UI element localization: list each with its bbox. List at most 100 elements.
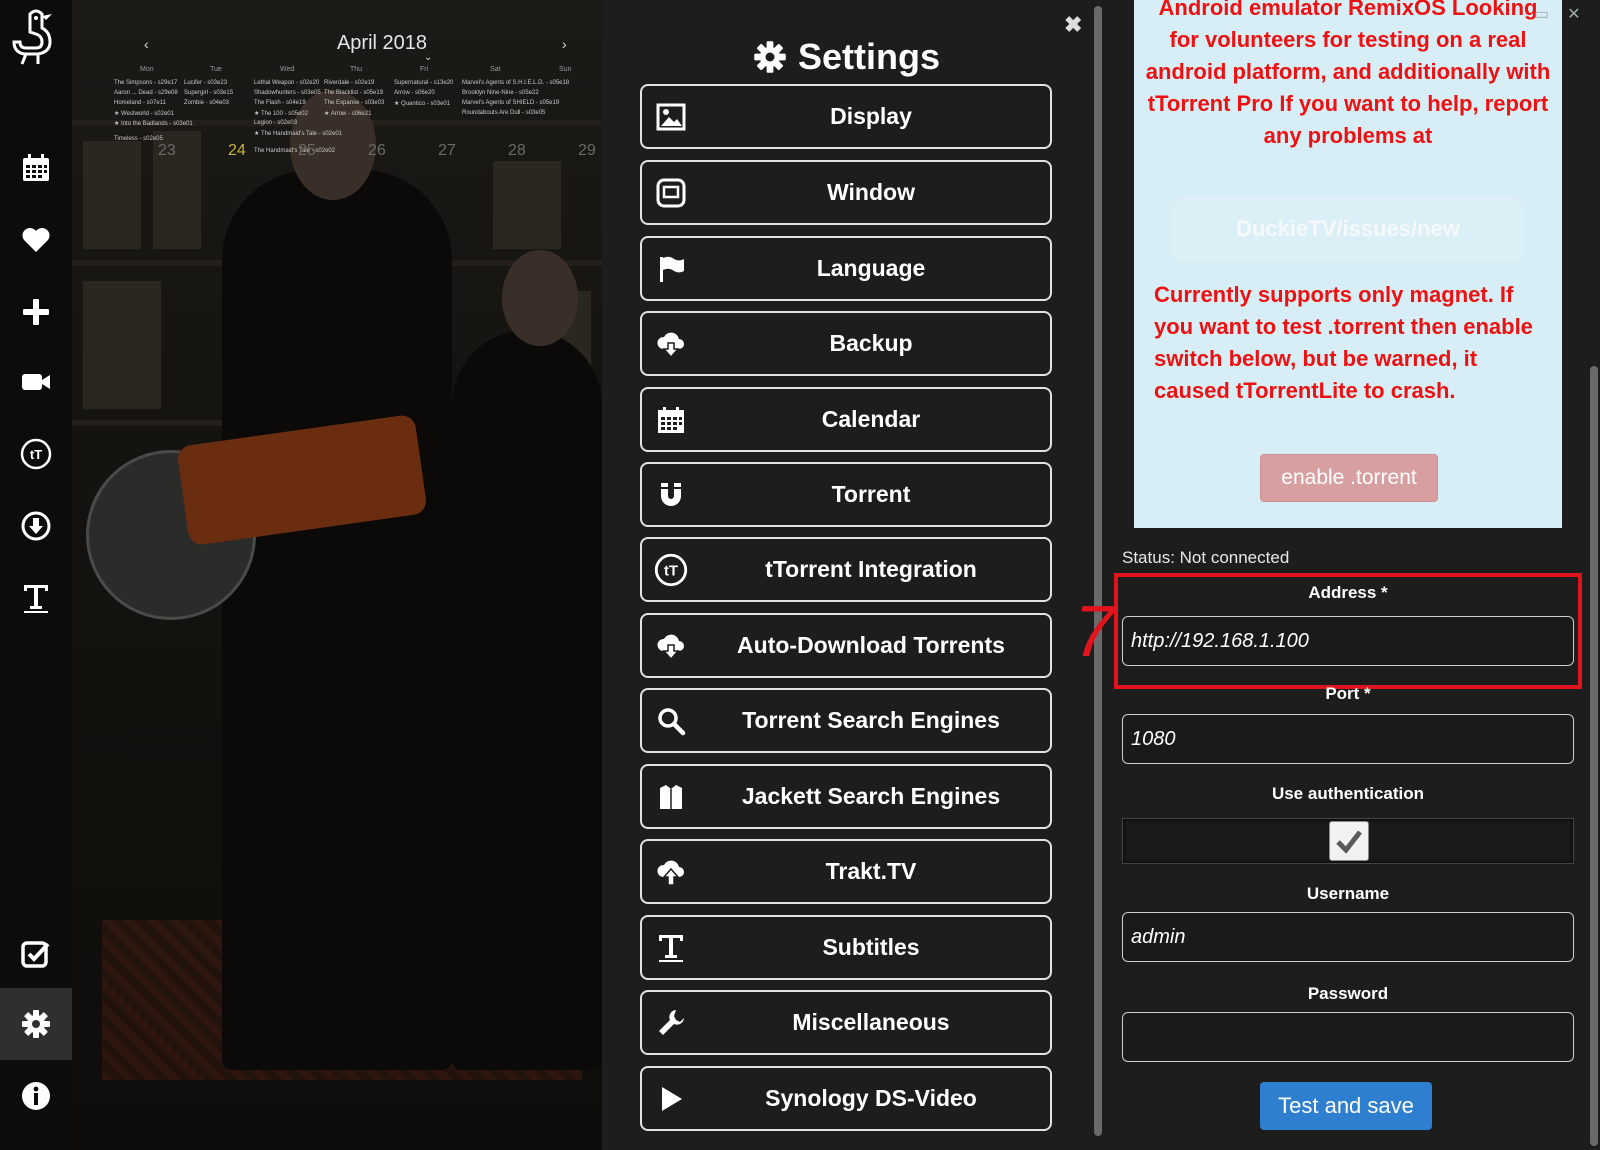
auth-checkbox[interactable] (1329, 821, 1369, 861)
settings-subtitles-button[interactable]: Subtitles (640, 915, 1052, 980)
calendar-event[interactable]: ★ Arrow - s06e21 (324, 110, 371, 117)
calendar-event[interactable]: The Blacklist - s05e19 (324, 90, 383, 96)
gear-icon (754, 41, 786, 73)
username-input[interactable]: admin (1122, 912, 1574, 962)
heart-icon (22, 228, 50, 252)
settings-panel: ✖ Settings Display Window Language Backu… (602, 0, 1090, 1150)
calendar-event[interactable]: ★ Quantico - s03e01 (394, 100, 450, 107)
calendar-background: ‹ April 2018 ⌄ › Mon Tue Wed Thu Fri Sat… (72, 0, 602, 1150)
calendar-day-number[interactable]: 28 (508, 142, 526, 160)
chevron-down-icon[interactable]: ⌄ (424, 52, 432, 63)
calendar-day-number-today[interactable]: 24 (228, 142, 246, 160)
calendar-prev-button[interactable]: ‹ (144, 36, 149, 52)
calendar-event[interactable]: Timeless - s02e05 (114, 136, 163, 142)
settings-window-button[interactable]: Window (640, 160, 1052, 225)
svg-text:tT: tT (664, 564, 678, 580)
calendar-event[interactable]: Marvel's Agents of SHIELD - s05e19 (462, 100, 559, 106)
calendar-event[interactable]: The Handmaid's Tale - s02e02 (254, 148, 335, 154)
person-right (452, 330, 602, 1070)
calendar-event[interactable]: The Flash - s04e19 (254, 100, 306, 106)
video-camera-icon (22, 374, 50, 390)
sidebar-about[interactable] (0, 1060, 72, 1132)
maximize-icon[interactable]: ▭ (1534, 4, 1549, 24)
password-input[interactable] (1122, 1012, 1574, 1062)
wrench-icon (654, 1006, 688, 1040)
calendar-day-number[interactable]: 29 (578, 142, 596, 160)
menu-label: Miscellaneous (792, 1009, 950, 1035)
issues-link-button[interactable]: DuckieTV/issues/new (1174, 198, 1522, 260)
sidebar: tT (0, 0, 72, 1150)
check-square-icon (21, 941, 50, 968)
person-right-head (502, 250, 578, 346)
settings-torrent-button[interactable]: Torrent (640, 462, 1052, 527)
menu-label: Torrent Search Engines (742, 707, 1000, 733)
calendar-icon (23, 154, 49, 181)
duckie-logo[interactable] (8, 8, 64, 68)
port-input[interactable]: 1080 (1122, 714, 1574, 764)
shelf-box (82, 140, 142, 250)
text-icon (24, 585, 48, 613)
port-label: Port * (1325, 684, 1371, 703)
calendar-next-button[interactable]: › (562, 36, 567, 52)
settings-trakt-button[interactable]: Trakt.TV (640, 839, 1052, 904)
panel-scrollbar-thumb[interactable] (1590, 366, 1598, 1146)
calendar-event[interactable]: Marvel's Agents of S.H.I.E.L.D. - s05e18 (462, 80, 569, 86)
sidebar-checklist[interactable] (0, 918, 72, 990)
calendar-day-number[interactable]: 25 (298, 142, 316, 160)
calendar-event[interactable]: Supergirl - s03e15 (184, 90, 233, 96)
calendar-event[interactable]: Brooklyn Nine-Nine - s05e22 (462, 90, 539, 96)
close-icon[interactable]: ✖ (1064, 12, 1082, 38)
enable-torrent-button[interactable]: enable .torrent (1260, 454, 1438, 502)
calendar-event[interactable]: Shadowhunters - s03e05 (254, 90, 321, 96)
sidebar-favorites[interactable] (0, 204, 72, 276)
settings-search-engines-button[interactable]: Torrent Search Engines (640, 688, 1052, 753)
annotation-number: 7 (1074, 592, 1115, 672)
calendar-event[interactable]: The Simpsons - s29e17 (114, 80, 177, 86)
calendar-event[interactable]: Zombie - s04e03 (184, 100, 229, 106)
settings-misc-button[interactable]: Miscellaneous (640, 990, 1052, 1055)
sidebar-subtitles[interactable] (0, 562, 72, 634)
settings-backup-button[interactable]: Backup (640, 311, 1052, 376)
sidebar-watched[interactable] (0, 346, 72, 418)
calendar-event[interactable]: ★ Westworld - s02e01 (114, 110, 174, 117)
test-and-save-button[interactable]: Test and save (1260, 1082, 1432, 1130)
sidebar-downloads[interactable] (0, 490, 72, 562)
weekday-label: Wed (280, 66, 295, 73)
calendar-event[interactable]: Arrow - s06e20 (394, 90, 435, 96)
calendar-event[interactable]: ★ The Handmaid's Tale - s02e01 (254, 130, 342, 137)
calendar-event[interactable]: ★ The 100 - s05e02 (254, 110, 308, 117)
settings-scrollbar-thumb[interactable] (1094, 6, 1102, 1136)
sidebar-ttorrent[interactable]: tT (0, 418, 72, 490)
weekday-label: Sun (559, 66, 572, 73)
sidebar-add[interactable] (0, 276, 72, 348)
calendar-event[interactable]: The Expanse - s03e03 (324, 100, 384, 106)
calendar-event[interactable]: Roundabouts Are Dull - s03e05 (462, 110, 545, 116)
calendar-day-number[interactable]: 26 (368, 142, 386, 160)
settings-ttorrent-button[interactable]: tT tTorrent Integration (640, 537, 1052, 602)
jacket-icon (654, 780, 688, 814)
settings-display-button[interactable]: Display (640, 84, 1052, 149)
settings-language-button[interactable]: Language (640, 236, 1052, 301)
calendar-event[interactable]: Homeland - s07e11 (114, 100, 166, 106)
calendar-event[interactable]: Riverdale - s02e19 (324, 80, 374, 86)
settings-jackett-button[interactable]: Jackett Search Engines (640, 764, 1052, 829)
calendar-day-number[interactable]: 27 (438, 142, 456, 160)
close-window-icon[interactable]: ✕ (1567, 4, 1580, 24)
app-window: tT ‹ April 2018 ⌄ › Mon Tue Wed Thu Fri … (0, 0, 1600, 1150)
calendar-day-number[interactable]: 23 (158, 142, 176, 160)
calendar-event[interactable]: ★ Into the Badlands - s03e01 (114, 120, 193, 127)
menu-label: Language (816, 255, 926, 281)
calendar-event[interactable]: Lethal Weapon - s02e20 (254, 80, 319, 86)
address-input[interactable]: http://192.168.1.100 (1122, 616, 1574, 666)
calendar-event[interactable]: Legion - s02e03 (254, 120, 297, 126)
settings-calendar-button[interactable]: Calendar (640, 387, 1052, 452)
sidebar-calendar[interactable] (0, 132, 72, 204)
calendar-event[interactable]: Aaron ... Dead - s29e08 (114, 90, 178, 96)
checkmark-icon (1336, 830, 1362, 854)
settings-synology-button[interactable]: Synology DS-Video (640, 1066, 1052, 1131)
sidebar-settings[interactable] (0, 988, 72, 1060)
calendar-event[interactable]: Supernatural - s13e20 (394, 80, 453, 86)
calendar-event[interactable]: Lucifer - s03e23 (184, 80, 227, 86)
cloud-download-icon (654, 629, 688, 663)
settings-autodownload-button[interactable]: Auto-Download Torrents (640, 613, 1052, 678)
